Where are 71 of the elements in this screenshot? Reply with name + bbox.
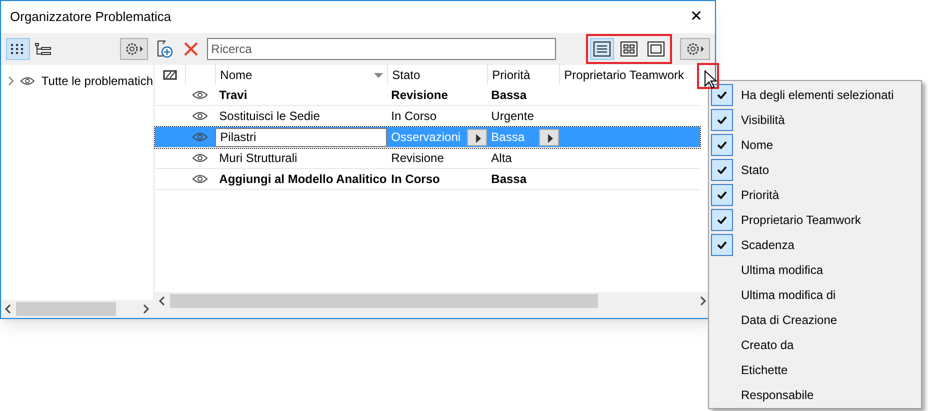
scroll-right-icon[interactable] (699, 296, 707, 306)
scroll-left-icon[interactable] (4, 304, 12, 314)
add-document-icon[interactable] (155, 39, 176, 59)
highlight-frame (697, 63, 719, 89)
menu-item[interactable]: Creato da (709, 332, 921, 357)
eye-icon[interactable] (192, 174, 208, 184)
table-cell-text: Bassa (491, 171, 527, 188)
sort-arrow-icon (374, 72, 384, 78)
list-view-button[interactable] (590, 38, 614, 60)
menu-item[interactable]: Data di Creazione (709, 307, 921, 332)
table-cell-text: In Corso (391, 108, 437, 125)
checkmark-icon (711, 208, 733, 230)
checkmark-icon (711, 158, 733, 180)
scrollbar-thumb[interactable] (16, 302, 116, 316)
eye-icon[interactable] (192, 90, 208, 100)
delete-icon[interactable] (183, 41, 200, 57)
checkmark-icon (711, 184, 733, 206)
table-row[interactable]: Travi Revisione Bassa (155, 85, 700, 106)
table-cell-text: Travi (218, 87, 248, 104)
column-header[interactable]: Priorità (487, 65, 560, 85)
table-cell-text: Osservazioni (391, 129, 461, 146)
menu-item[interactable]: Etichette (709, 357, 921, 382)
checkmark-icon (711, 108, 733, 130)
tree-item[interactable]: Tutte le problematich (41, 72, 153, 90)
menu-item[interactable]: Nome (709, 132, 921, 157)
dots-grid-icon (10, 43, 26, 55)
table-row[interactable]: Pilastri Osservazioni Bassa (155, 127, 700, 148)
grid-view-button[interactable] (6, 38, 30, 60)
settings-icon (685, 42, 705, 56)
column-header[interactable]: Stato (387, 65, 488, 85)
table-cell-text: In Corso (391, 171, 440, 188)
eye-icon[interactable] (192, 111, 208, 121)
menu-item[interactable]: Responsabile (709, 382, 921, 407)
eye-icon[interactable] (192, 153, 208, 163)
menu-item[interactable]: Ha degli elementi selezionati (709, 82, 921, 107)
eye-icon[interactable] (20, 76, 36, 86)
menu-item[interactable]: Visibilità (709, 107, 921, 132)
table-cell-text: Revisione (391, 87, 448, 104)
menu-item[interactable]: Priorità (709, 182, 921, 207)
checkmark-icon (711, 234, 733, 256)
table-row[interactable]: Muri Strutturali Revisione Alta (155, 148, 700, 169)
frame-icon (162, 69, 178, 81)
settings-button[interactable] (120, 38, 148, 60)
search-field[interactable]: Ricerca (207, 38, 556, 60)
table-cell-text: Bassa (491, 129, 525, 146)
window-title: Organizzatore Problematica (10, 8, 172, 26)
table-cell-text: Urgente (491, 108, 534, 125)
table-row[interactable]: Aggiungi al Modello Analitico In Corso Bassa (155, 169, 700, 190)
tree-list-icon[interactable] (34, 42, 52, 56)
column-header[interactable]: Proprietario Teamwork (559, 65, 688, 85)
name-field[interactable]: Pilastri (215, 128, 388, 146)
menu-item[interactable]: Scadenza (709, 232, 921, 257)
settings-icon (124, 42, 144, 56)
scrollbar-thumb[interactable] (170, 294, 598, 308)
table-cell-text: Alta (491, 150, 512, 167)
menu-item[interactable]: Ultima modifica di (709, 282, 921, 307)
close-button[interactable]: ✕ (686, 6, 707, 28)
settings-button[interactable] (680, 38, 710, 60)
checkmark-icon (711, 134, 733, 156)
scroll-left-icon[interactable] (158, 296, 166, 306)
menu-item[interactable]: Stato (709, 157, 921, 182)
table-cell-text: Muri Strutturali (218, 150, 298, 167)
menu-item[interactable]: Proprietario Teamwork (709, 207, 921, 232)
scroll-right-icon[interactable] (142, 304, 150, 314)
menu-item[interactable]: Ultima modifica (709, 257, 921, 282)
table-cell-text: Sostituisci le Sedie (218, 108, 321, 125)
table-cell-text: Revisione (391, 150, 444, 167)
table-cell-text: Aggiungi al Modello Analitico (218, 171, 388, 188)
table-cell-text: Bassa (491, 87, 527, 104)
checkmark-icon (711, 84, 733, 106)
column-header[interactable]: Nome (215, 65, 388, 85)
